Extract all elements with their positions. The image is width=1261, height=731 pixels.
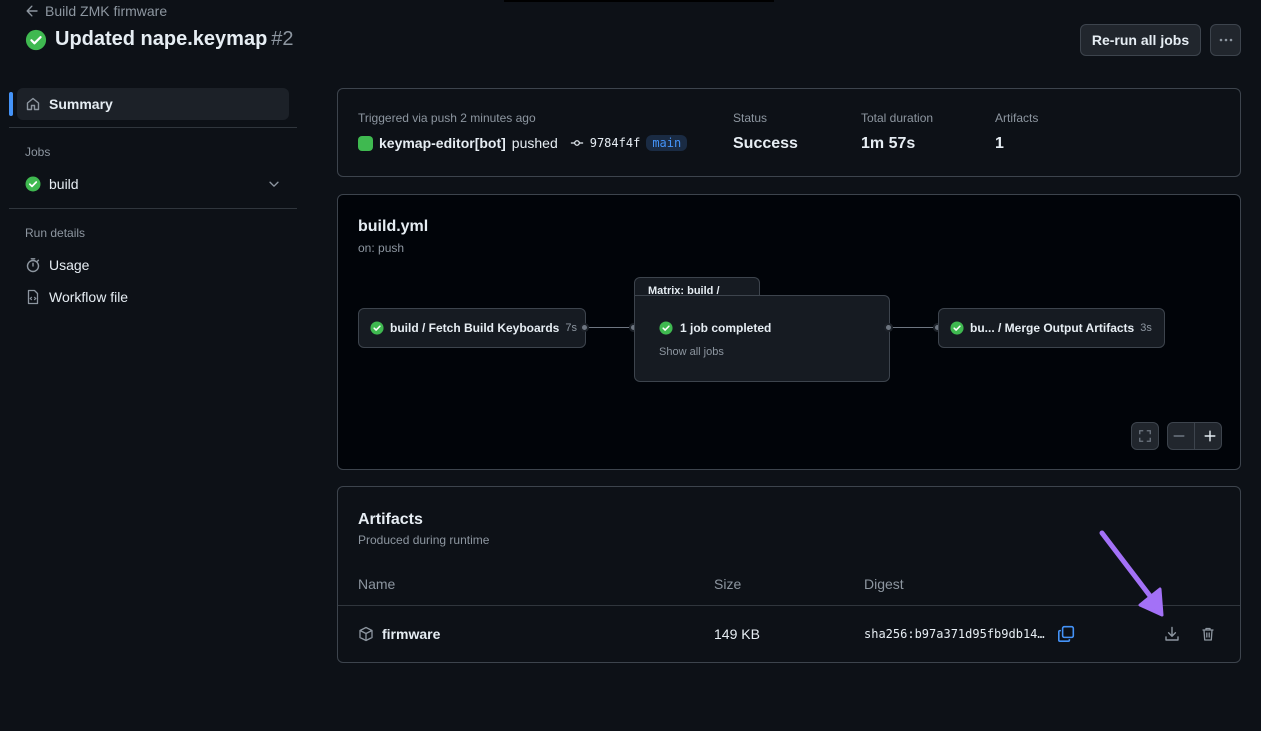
run-number: #2 bbox=[271, 28, 294, 50]
fullscreen-button[interactable] bbox=[1131, 422, 1159, 450]
action-text: pushed bbox=[511, 135, 558, 151]
more-options-button[interactable] bbox=[1210, 24, 1241, 56]
job-node-duration: 3s bbox=[1140, 322, 1152, 334]
artifact-name-cell[interactable]: firmware bbox=[358, 626, 440, 642]
column-header-name: Name bbox=[358, 576, 396, 592]
workflow-file-name[interactable]: build.yml bbox=[358, 218, 428, 236]
job-node-label: build / Fetch Build Keyboards bbox=[390, 321, 560, 335]
delete-artifact-button[interactable] bbox=[1200, 626, 1216, 642]
kebab-horizontal-icon bbox=[1218, 32, 1234, 48]
matrix-tab: Matrix: build / Build bbox=[634, 277, 760, 309]
page-title: Updated nape.keymap #2 bbox=[25, 28, 294, 51]
chevron-down-icon[interactable] bbox=[267, 177, 281, 191]
matrix-status-label: 1 job completed bbox=[680, 321, 772, 335]
commit-sha-link[interactable]: 9784f4f bbox=[590, 136, 641, 150]
sidebar-item-usage[interactable]: Usage bbox=[25, 257, 89, 273]
git-commit-icon bbox=[570, 136, 584, 150]
zoom-controls bbox=[1167, 422, 1222, 450]
connector-dot bbox=[580, 323, 589, 332]
arrow-left-icon bbox=[25, 4, 39, 18]
stopwatch-icon bbox=[25, 257, 41, 273]
check-circle-fill-icon bbox=[370, 321, 384, 335]
artifacts-subtitle: Produced during runtime bbox=[358, 533, 490, 547]
artifacts-count-label: Artifacts bbox=[995, 111, 1039, 125]
workflow-graph-panel: build.yml on: push build / Fetch Build K… bbox=[337, 194, 1241, 470]
rerun-all-jobs-button[interactable]: Re-run all jobs bbox=[1080, 24, 1201, 56]
column-header-size: Size bbox=[714, 576, 742, 592]
artifact-digest: sha256:b97a371d95fb9db14… bbox=[864, 627, 1045, 641]
back-link-label: Build ZMK firmware bbox=[45, 3, 168, 19]
jobs-heading: Jobs bbox=[25, 145, 51, 159]
sidebar-divider bbox=[9, 208, 297, 209]
duration-label: Total duration bbox=[861, 111, 934, 125]
annotation-arrow-icon bbox=[1099, 530, 1164, 617]
status-value: Success bbox=[733, 135, 798, 152]
zoom-in-icon[interactable] bbox=[1203, 429, 1217, 443]
check-circle-fill-icon bbox=[25, 176, 41, 192]
top-edge-line bbox=[504, 0, 774, 2]
check-circle-fill-icon bbox=[659, 321, 673, 335]
check-circle-fill-icon bbox=[950, 321, 964, 335]
sidebar-item-summary[interactable]: Summary bbox=[17, 88, 289, 120]
sidebar-item-build-job[interactable]: build bbox=[25, 176, 281, 192]
artifact-name-link[interactable]: firmware bbox=[382, 626, 440, 642]
zoom-out-icon[interactable] bbox=[1172, 429, 1186, 443]
triggered-text: Triggered via push 2 minutes ago bbox=[358, 111, 536, 125]
check-circle-fill-icon bbox=[25, 29, 47, 51]
screen-full-icon bbox=[1138, 429, 1152, 443]
copy-digest-button[interactable] bbox=[1057, 625, 1075, 643]
job-node-merge-output-artifacts[interactable]: bu... / Merge Output Artifacts 3s bbox=[938, 308, 1165, 348]
matrix-job-group[interactable]: 1 job completed Show all jobs bbox=[634, 295, 890, 382]
sidebar-divider bbox=[9, 127, 297, 128]
push-info: keymap-editor[bot] pushed 9784f4f main bbox=[358, 135, 688, 151]
sidebar-item-usage-label: Usage bbox=[49, 257, 90, 273]
connector-line bbox=[893, 327, 935, 328]
artifacts-title: Artifacts bbox=[358, 511, 423, 528]
sidebar-item-summary-label: Summary bbox=[49, 96, 113, 112]
column-header-digest: Digest bbox=[864, 576, 904, 592]
connector-dot bbox=[884, 323, 893, 332]
run-details-heading: Run details bbox=[25, 226, 86, 240]
zoom-divider bbox=[1194, 423, 1195, 449]
run-summary-panel: Triggered via push 2 minutes ago keymap-… bbox=[337, 88, 1241, 177]
back-link[interactable]: Build ZMK firmware bbox=[25, 3, 167, 19]
file-code-icon bbox=[25, 289, 41, 305]
sidebar-item-workflow-file[interactable]: Workflow file bbox=[25, 289, 128, 305]
show-all-jobs-link[interactable]: Show all jobs bbox=[659, 346, 724, 358]
package-icon bbox=[358, 626, 374, 642]
artifacts-count-value: 1 bbox=[995, 135, 1004, 152]
actor-link[interactable]: keymap-editor[bot] bbox=[379, 135, 506, 151]
job-node-duration: 7s bbox=[565, 322, 577, 334]
trash-icon bbox=[1200, 626, 1216, 642]
download-icon bbox=[1164, 626, 1180, 642]
sidebar-item-build-label: build bbox=[49, 176, 79, 192]
job-node-fetch-build-keyboards[interactable]: build / Fetch Build Keyboards 7s bbox=[358, 308, 586, 348]
matrix-status: 1 job completed bbox=[659, 321, 771, 335]
duration-value: 1m 57s bbox=[861, 135, 916, 152]
avatar[interactable] bbox=[358, 135, 373, 151]
sidebar-item-workflow-file-label: Workflow file bbox=[49, 289, 129, 305]
connector-line bbox=[589, 327, 631, 328]
download-artifact-button[interactable] bbox=[1164, 626, 1180, 642]
artifact-size: 149 KB bbox=[714, 626, 760, 642]
sidebar-selected-indicator bbox=[9, 92, 13, 116]
run-title-text: Updated nape.keymap bbox=[55, 28, 268, 50]
workflow-trigger: on: push bbox=[358, 241, 405, 255]
status-label: Status bbox=[733, 111, 768, 125]
home-icon bbox=[25, 96, 41, 112]
copy-icon bbox=[1057, 625, 1075, 643]
branch-badge[interactable]: main bbox=[646, 135, 688, 151]
job-node-label: bu... / Merge Output Artifacts bbox=[970, 321, 1135, 335]
